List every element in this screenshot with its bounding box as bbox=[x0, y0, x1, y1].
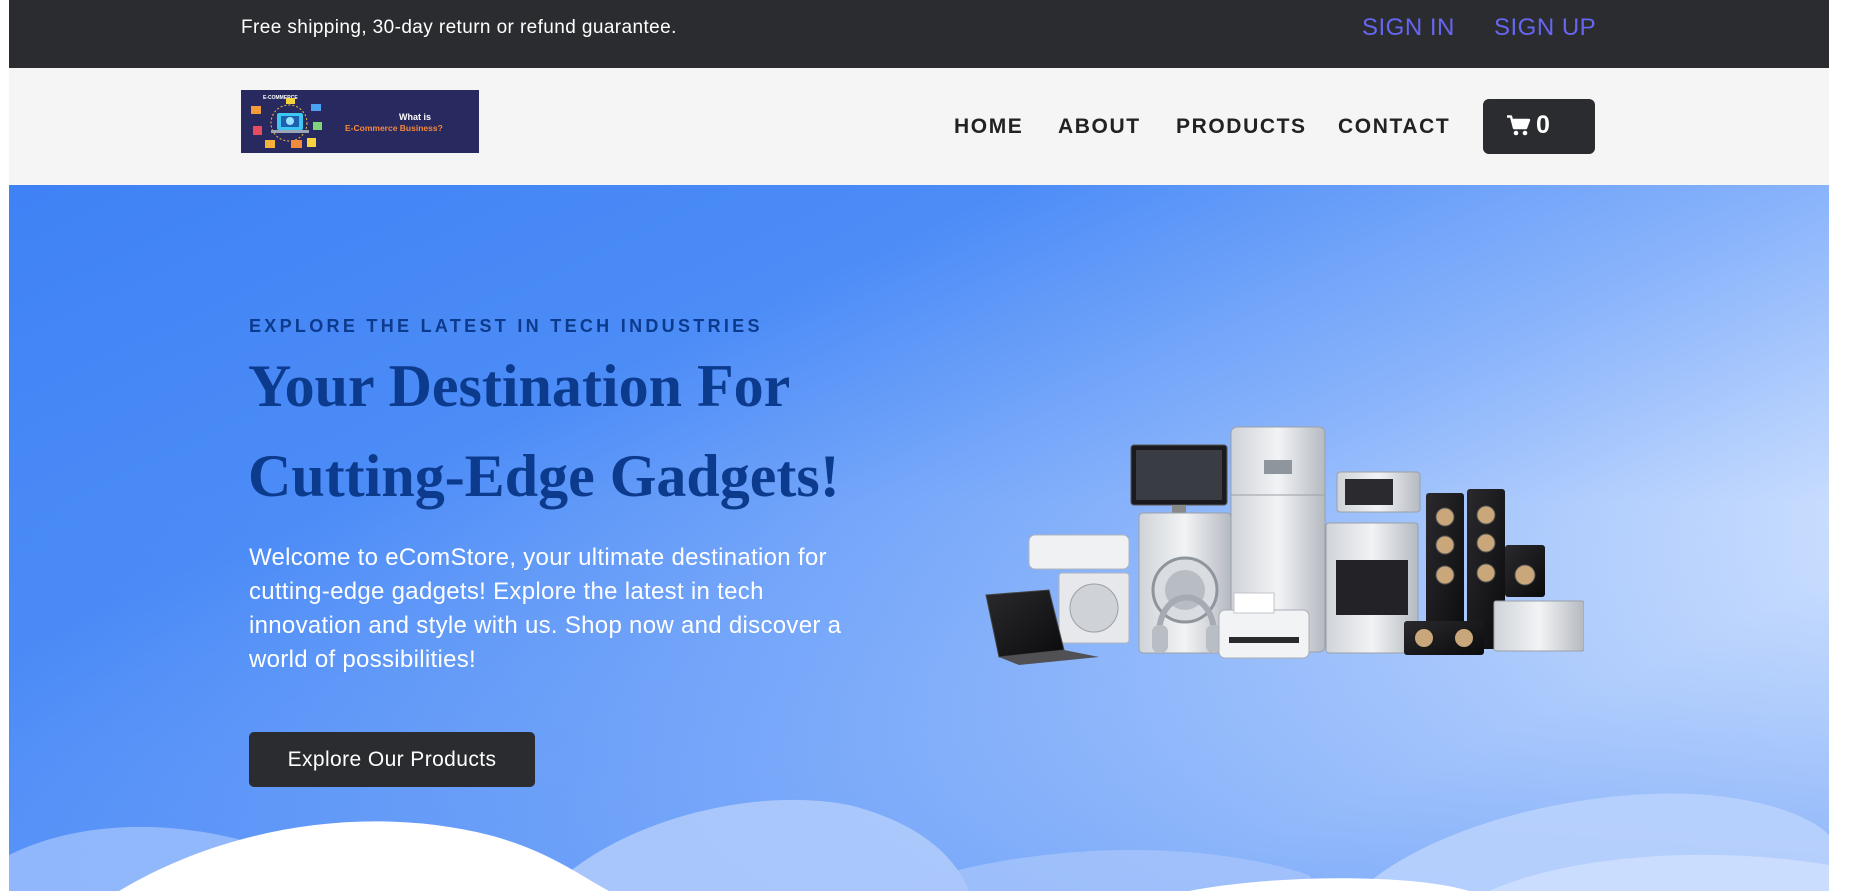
promo-text: Free shipping, 30-day return or refund g… bbox=[241, 17, 677, 38]
site-logo[interactable]: E-COMMERCE What is E-Commerce Business? bbox=[241, 90, 479, 153]
nav-products[interactable]: PRODUCTS bbox=[1176, 115, 1307, 139]
gadgets-image bbox=[985, 426, 1584, 665]
cart-icon bbox=[1507, 115, 1531, 136]
top-bar: Free shipping, 30-day return or refund g… bbox=[9, 0, 1829, 68]
logo-line2-text: E-Commerce Business? bbox=[345, 123, 443, 133]
hero-headline: Your Destination For Cutting-Edge Gadget… bbox=[248, 353, 840, 509]
logo-graphic: E-COMMERCE What is E-Commerce Business? bbox=[241, 90, 479, 153]
cart-button[interactable]: 0 bbox=[1483, 99, 1595, 154]
explore-products-button[interactable]: Explore Our Products bbox=[249, 732, 535, 787]
logo-line1-text: What is bbox=[399, 112, 431, 122]
nav-about[interactable]: ABOUT bbox=[1058, 115, 1141, 139]
site-header: E-COMMERCE What is E-Commerce Business? … bbox=[9, 68, 1829, 185]
nav-home[interactable]: HOME bbox=[954, 115, 1023, 139]
sign-up-link[interactable]: SIGN UP bbox=[1494, 14, 1596, 42]
page: Free shipping, 30-day return or refund g… bbox=[9, 0, 1829, 891]
sign-in-link[interactable]: SIGN IN bbox=[1362, 14, 1455, 42]
hero-description: Welcome to eComStore, your ultimate dest… bbox=[249, 544, 842, 673]
hero-waves bbox=[9, 793, 1829, 891]
hero-eyebrow: EXPLORE THE LATEST IN TECH INDUSTRIES bbox=[249, 316, 763, 336]
hero-section: EXPLORE THE LATEST IN TECH INDUSTRIES Yo… bbox=[9, 185, 1829, 891]
cart-count: 0 bbox=[1536, 111, 1550, 139]
nav-contact[interactable]: CONTACT bbox=[1338, 115, 1450, 139]
